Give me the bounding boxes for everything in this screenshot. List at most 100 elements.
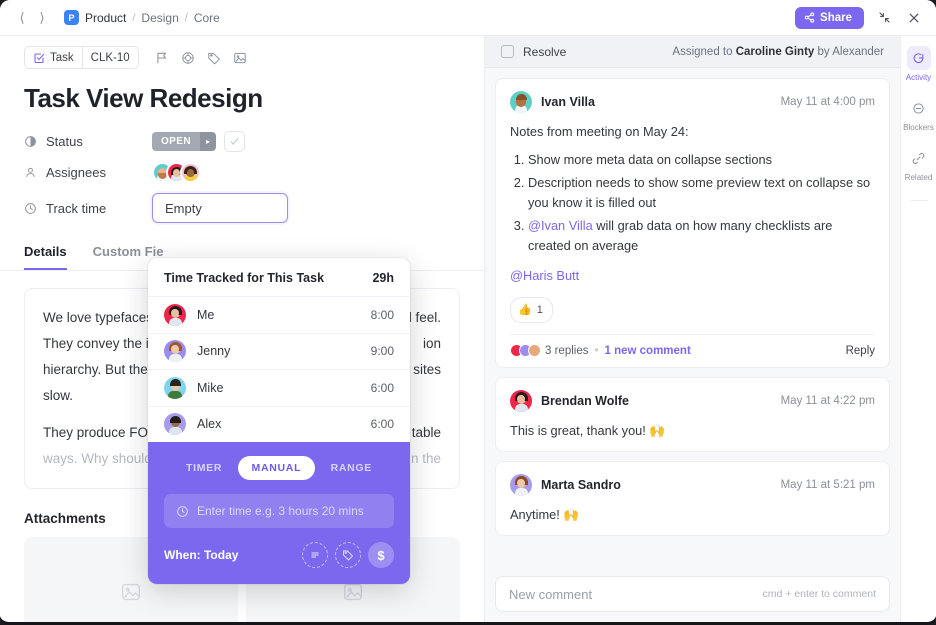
- task-meta-icons: [155, 51, 247, 65]
- avatar: [164, 303, 186, 326]
- activity-comment-icon: [906, 46, 931, 70]
- close-icon[interactable]: [904, 8, 924, 28]
- track-time-input[interactable]: Empty: [152, 193, 288, 223]
- back-icon[interactable]: ⟨: [12, 8, 32, 28]
- time-entry-row[interactable]: Alex 6:00: [148, 405, 410, 443]
- flag-icon[interactable]: [155, 51, 169, 65]
- resolve-label[interactable]: Resolve: [523, 45, 566, 59]
- collapse-icon[interactable]: [874, 8, 894, 28]
- time-entry-duration: 9:00: [370, 344, 394, 359]
- forward-icon[interactable]: ⟩: [32, 8, 52, 28]
- resolve-checkbox[interactable]: [501, 45, 514, 58]
- rail-item-blockers[interactable]: Blockers: [901, 96, 936, 132]
- target-icon[interactable]: [181, 51, 195, 65]
- activity-rail: Activity Blockers Related: [900, 36, 936, 622]
- description-line-2b: ion: [422, 336, 441, 351]
- resolve-bar: Resolve Assigned to Caroline Ginty by Al…: [485, 36, 900, 68]
- description-line-5b: table: [411, 425, 441, 440]
- comment-list: Ivan Villa May 11 at 4:00 pm Notes from …: [485, 68, 900, 566]
- new-comment-placeholder: New comment: [509, 586, 593, 602]
- comment-item: Ivan Villa May 11 at 4:00 pm Notes from …: [495, 78, 890, 368]
- new-comment-badge[interactable]: 1 new comment: [605, 345, 691, 357]
- new-comment-input[interactable]: New comment cmd + enter to comment: [495, 576, 890, 612]
- breadcrumb-separator: /: [184, 11, 188, 24]
- assigned-note: Assigned to Caroline Ginty by Alexander: [672, 46, 884, 58]
- time-entry-duration: 8:00: [370, 307, 394, 322]
- time-entry-name: Mike: [197, 380, 224, 395]
- comment-list-items: Show more meta data on collapse sections…: [528, 150, 875, 256]
- assignees-label: Assignees: [46, 165, 106, 180]
- note-icon[interactable]: [302, 542, 328, 568]
- status-complete-button[interactable]: [223, 131, 245, 152]
- avatar[interactable]: [510, 91, 532, 113]
- description-line-6b: n the: [410, 451, 441, 466]
- project-badge: P: [64, 10, 79, 25]
- time-entry-row[interactable]: Me 8:00: [148, 296, 410, 333]
- time-tracking-popover: Time Tracked for This Task 29h Me 8:00 J…: [148, 258, 410, 584]
- rail-label: Activity: [905, 73, 932, 82]
- page-title: Task View Redesign: [24, 83, 263, 113]
- breadcrumb-product[interactable]: Product: [85, 11, 126, 25]
- description-line-6a: ways. Why should w: [43, 451, 166, 466]
- task-type-pill[interactable]: Task CLK-10: [24, 46, 139, 69]
- reaction-count: 1: [536, 304, 543, 316]
- reply-avatars: [510, 344, 541, 357]
- tab-timer[interactable]: TIMER: [172, 456, 236, 480]
- rail-item-activity[interactable]: Activity: [901, 46, 936, 82]
- rail-label: Related: [904, 173, 933, 182]
- person-icon: [24, 166, 37, 179]
- tag-icon[interactable]: [335, 542, 361, 568]
- description-line-1a: We love typefaces.: [43, 310, 157, 325]
- rail-item-related[interactable]: Related: [901, 146, 936, 182]
- avatar[interactable]: [510, 474, 532, 496]
- new-comment-hint: cmd + enter to comment: [762, 588, 876, 600]
- time-entry-row[interactable]: Jenny 9:00: [148, 332, 410, 370]
- time-panel-footer: When: Today $: [164, 542, 394, 568]
- clock-icon: [177, 505, 188, 517]
- status-caret-icon[interactable]: ▸: [199, 132, 216, 151]
- reply-button[interactable]: Reply: [846, 345, 875, 357]
- replies-count[interactable]: 3 replies: [545, 345, 588, 357]
- tag-icon[interactable]: [207, 51, 221, 65]
- task-id[interactable]: CLK-10: [81, 47, 138, 68]
- task-type-segment[interactable]: Task: [25, 47, 82, 68]
- when-label[interactable]: When: Today: [164, 548, 238, 562]
- avatar[interactable]: [180, 162, 201, 183]
- assignee-avatars[interactable]: [152, 162, 201, 183]
- tab-manual[interactable]: MANUAL: [237, 456, 316, 480]
- assigned-suffix: by Alexander: [814, 45, 885, 58]
- share-label: Share: [820, 11, 852, 24]
- tab-details[interactable]: Details: [24, 244, 67, 270]
- avatar: [528, 344, 541, 357]
- mention-link[interactable]: @Ivan Villa: [528, 218, 593, 233]
- time-entry-row[interactable]: Mike 6:00: [148, 369, 410, 406]
- breadcrumb-core[interactable]: Core: [194, 11, 220, 25]
- assignees-field-label: Assignees: [24, 165, 152, 180]
- share-button[interactable]: Share: [795, 6, 864, 29]
- time-popover-title: Time Tracked for This Task: [164, 271, 325, 285]
- breadcrumb-design[interactable]: Design: [141, 11, 178, 25]
- field-row-assignees: Assignees: [0, 157, 484, 188]
- comment-author: Ivan Villa: [541, 95, 595, 109]
- mention-link[interactable]: @Haris Butt: [510, 268, 579, 283]
- tab-range[interactable]: RANGE: [317, 456, 386, 480]
- comment-item: Brendan Wolfe May 11 at 4:22 pm This is …: [495, 377, 890, 452]
- time-entry-name: Jenny: [197, 344, 231, 359]
- assigned-prefix: Assigned to: [672, 45, 736, 58]
- window-body: Task CLK-10 Task View Redesign Status OP…: [0, 36, 936, 622]
- reaction-chip[interactable]: 👍 1: [510, 297, 553, 323]
- description-line-4a: slow.: [43, 388, 74, 403]
- avatar[interactable]: [510, 390, 532, 412]
- check-icon: [230, 137, 239, 146]
- avatar: [164, 340, 186, 363]
- time-entry-duration: 6:00: [370, 380, 394, 395]
- status-label: Status: [46, 134, 83, 149]
- comment-body: This is great, thank you! 🙌: [510, 423, 666, 438]
- comment-header: Marta Sandro May 11 at 5:21 pm: [510, 474, 875, 496]
- image-icon[interactable]: [233, 51, 247, 65]
- time-mode-tabs: TIMER MANUAL RANGE: [164, 456, 394, 480]
- billable-dollar-icon[interactable]: $: [368, 542, 394, 568]
- status-badge[interactable]: OPEN ▸: [152, 132, 216, 151]
- time-entry-input[interactable]: Enter time e.g. 3 hours 20 mins: [164, 494, 394, 528]
- related-link-icon: [907, 146, 931, 170]
